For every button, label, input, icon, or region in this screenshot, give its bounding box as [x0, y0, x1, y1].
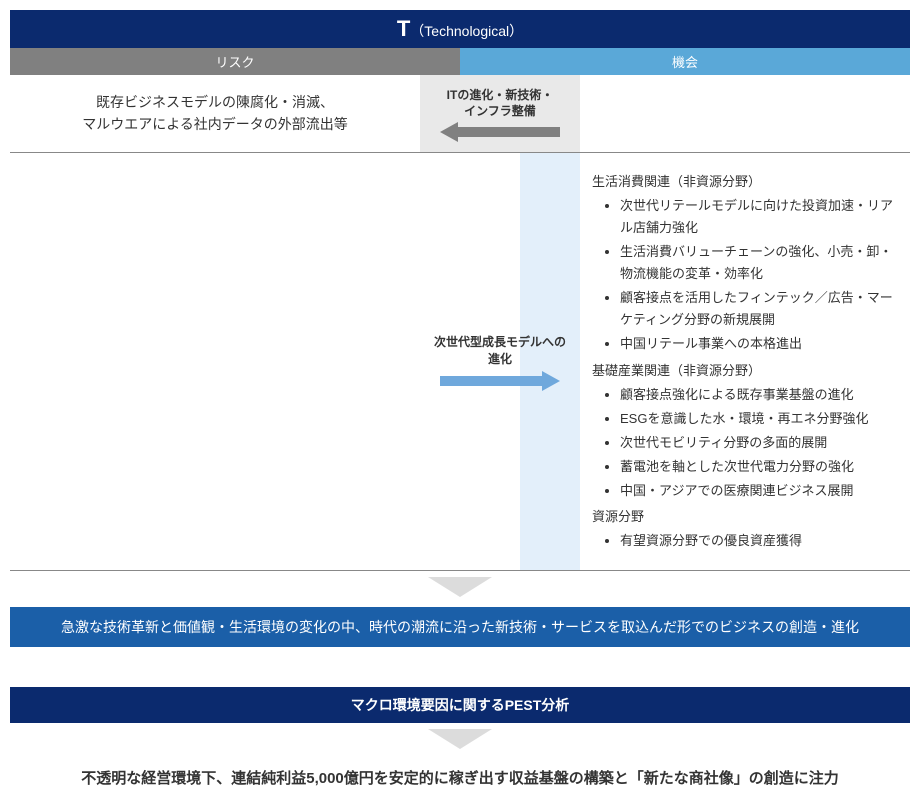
title-abbr: T	[397, 16, 410, 41]
category-list: 有望資源分野での優良資産獲得	[592, 530, 898, 552]
list-item: 顧客接点を活用したフィンテック／広告・マーケティング分野の新規展開	[620, 287, 898, 331]
category-title: 生活消費関連（非資源分野）	[592, 171, 898, 193]
summary-bar: 急激な技術革新と価値観・生活環境の変化の中、時代の潮流に沿った新技術・サービスを…	[10, 607, 910, 647]
driver-label-2: 次世代型成長モデルへの進化	[434, 334, 566, 368]
subheader-row: リスク 機会	[10, 48, 910, 75]
category-list: 次世代リテールモデルに向けた投資加速・リアル店舗力強化生活消費バリューチェーンの…	[592, 195, 898, 356]
driver-cell-2: 次世代型成長モデルへの進化	[420, 153, 580, 571]
arrow-right-icon	[440, 373, 560, 389]
list-item: 生活消費バリューチェーンの強化、小売・卸・物流機能の変革・効率化	[620, 241, 898, 285]
row-next-gen: 次世代型成長モデルへの進化 生活消費関連（非資源分野）次世代リテールモデルに向け…	[10, 153, 910, 572]
list-item: 蓄電池を軸とした次世代電力分野の強化	[620, 456, 898, 478]
category-title: 基礎産業関連（非資源分野）	[592, 360, 898, 382]
list-item: 中国・アジアでの医療関連ビジネス展開	[620, 480, 898, 502]
row-it-evolution: 既存ビジネスモデルの陳腐化・消滅、マルウエアによる社内データの外部流出等 ITの…	[10, 75, 910, 153]
arrow-left-icon	[440, 124, 560, 140]
category-title: 資源分野	[592, 506, 898, 528]
list-item: 中国リテール事業への本格進出	[620, 333, 898, 355]
category-list: 顧客接点強化による既存事業基盤の進化ESGを意識した水・環境・再エネ分野強化次世…	[592, 384, 898, 502]
opportunity-content: 生活消費関連（非資源分野）次世代リテールモデルに向けた投資加速・リアル店舗力強化…	[580, 153, 910, 571]
risk-text: 既存ビジネスモデルの陳腐化・消滅、マルウエアによる社内データの外部流出等	[10, 75, 420, 152]
section-title: T（Technological）	[10, 10, 910, 48]
driver-label-1: ITの進化・新技術・インフラ整備	[447, 87, 554, 121]
subheader-opportunity: 機会	[460, 48, 910, 75]
driver-cell-1: ITの進化・新技術・インフラ整備	[420, 75, 580, 152]
macro-title-bar: マクロ環境要因に関するPEST分析	[10, 687, 910, 723]
title-paren: （Technological）	[410, 23, 523, 39]
down-triangle-icon	[428, 577, 492, 597]
list-item: 次世代モビリティ分野の多面的展開	[620, 432, 898, 454]
list-item: 次世代リテールモデルに向けた投資加速・リアル店舗力強化	[620, 195, 898, 239]
down-triangle-icon-2	[428, 729, 492, 749]
subheader-risk: リスク	[10, 48, 460, 75]
list-item: 有望資源分野での優良資産獲得	[620, 530, 898, 552]
final-statement: 不透明な経営環境下、連結純利益5,000億円を安定的に稼ぎ出す収益基盤の構築と「…	[10, 759, 910, 798]
list-item: 顧客接点強化による既存事業基盤の進化	[620, 384, 898, 406]
opportunity-cell-1	[580, 75, 910, 152]
list-item: ESGを意識した水・環境・再エネ分野強化	[620, 408, 898, 430]
risk-cell-2	[10, 153, 420, 571]
